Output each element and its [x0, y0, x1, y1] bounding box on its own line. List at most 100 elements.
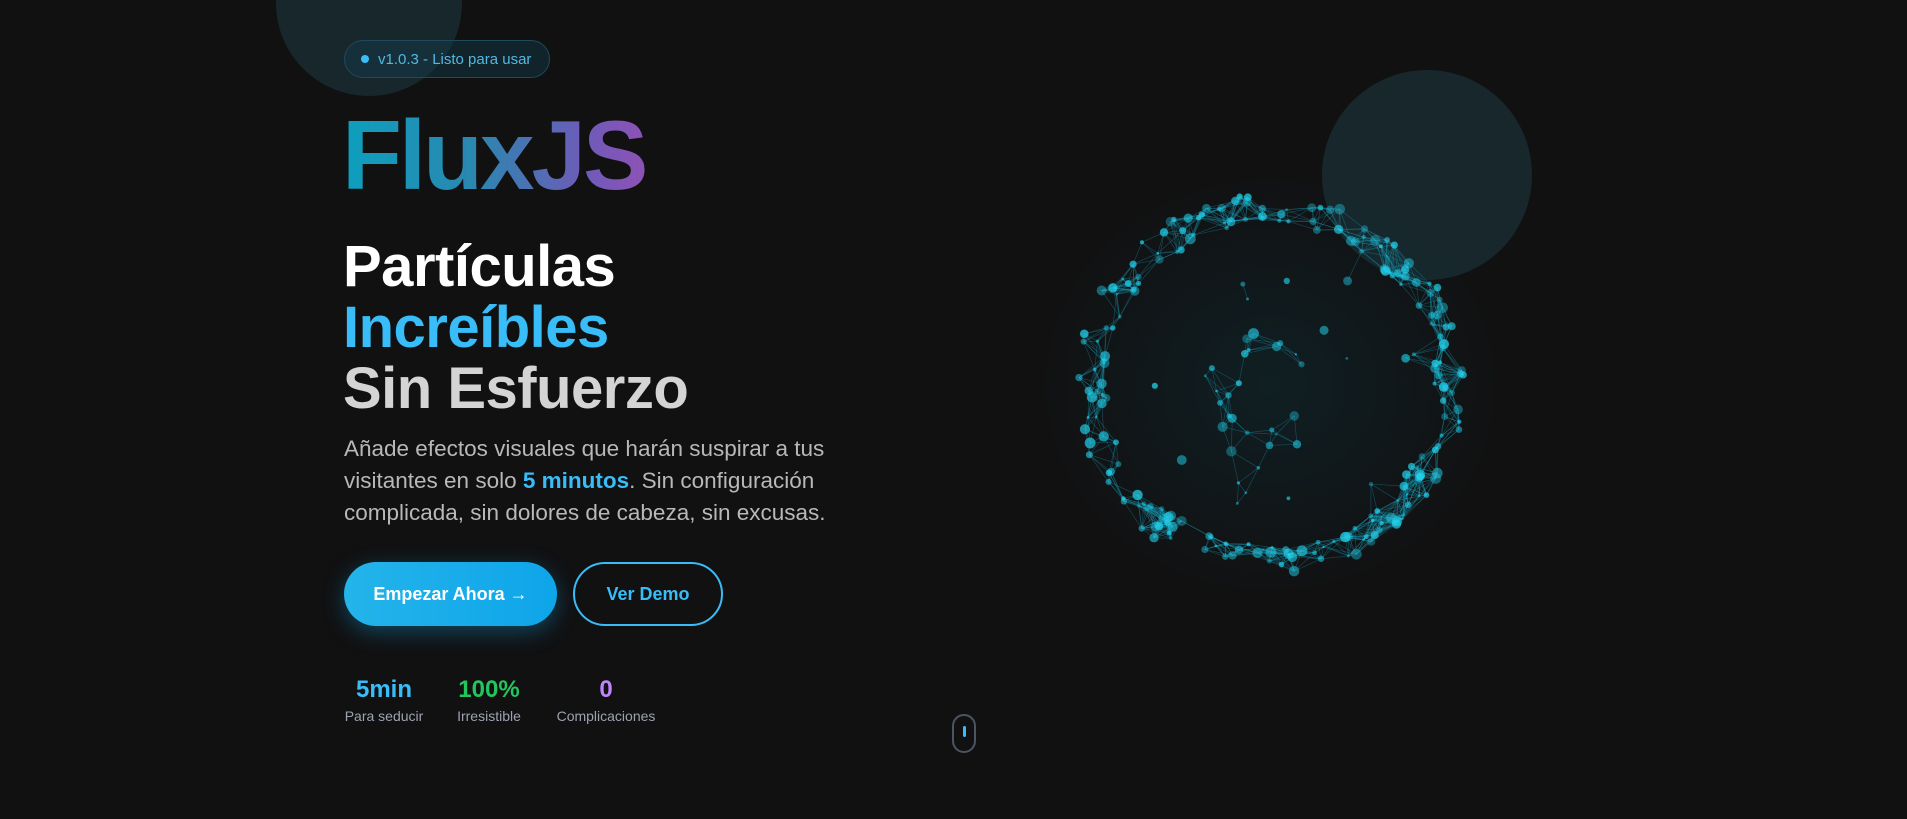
particle-dot: [1442, 323, 1450, 331]
particle-dot: [1277, 218, 1282, 223]
particle-dot: [1129, 260, 1137, 268]
particle-dot: [1378, 244, 1383, 249]
particle-dot: [1307, 203, 1317, 213]
version-badge-text: v1.0.3 - Listo para usar: [378, 50, 532, 68]
particle-dot: [1402, 470, 1411, 479]
particle-dot: [1156, 252, 1160, 255]
particle-dot: [1288, 565, 1300, 577]
stat-label: Irresistible: [457, 708, 521, 724]
particle-dot: [1115, 461, 1122, 468]
scroll-down-indicator[interactable]: [952, 714, 976, 753]
particle-dot: [1439, 397, 1447, 404]
particle-dot: [1379, 520, 1384, 526]
particle-dot: [1217, 400, 1223, 406]
particle-dot: [1278, 561, 1285, 568]
stat-complications: 0 Complicaciones: [553, 676, 659, 724]
particle-dot: [1380, 515, 1383, 518]
hero-description: Añade efectos visuales que harán suspira…: [344, 433, 864, 529]
particle-dot: [1113, 439, 1119, 446]
particle-dot: [1216, 206, 1222, 212]
particle-dot: [1246, 297, 1249, 301]
particle-dot: [1405, 493, 1408, 496]
particle-dot: [1168, 536, 1173, 541]
particle-dot: [1436, 296, 1443, 303]
particle-dot: [1235, 380, 1242, 387]
particle-dot: [1246, 542, 1251, 547]
particle-dot: [1333, 224, 1344, 234]
particle-dot: [1457, 420, 1460, 423]
particle-dot: [1147, 503, 1154, 510]
particle-dot: [1368, 513, 1374, 519]
particle-dot: [1399, 282, 1403, 287]
particle-dot: [1265, 441, 1274, 450]
particle-dot: [1427, 281, 1432, 286]
particle-dot: [1226, 446, 1237, 457]
particle-dot: [1296, 545, 1308, 557]
particle-dot: [1441, 384, 1449, 392]
particle-dot: [1214, 544, 1218, 548]
particle-dot: [1322, 545, 1325, 548]
particle-dot: [1117, 314, 1122, 319]
particle-dot: [1399, 481, 1409, 491]
particle-dot: [1094, 415, 1098, 419]
particle-dot: [1411, 352, 1416, 357]
particle-dot: [1313, 226, 1321, 234]
particle-dot: [1265, 546, 1277, 558]
particle-dot: [1448, 389, 1455, 396]
particle-dot: [1457, 366, 1466, 375]
particle-dot: [1243, 216, 1249, 222]
particle-dot: [1191, 232, 1196, 238]
particle-dot: [1426, 288, 1435, 297]
particle-dot: [1223, 541, 1229, 547]
particle-dot: [1079, 424, 1091, 435]
particle-dot: [1390, 241, 1398, 249]
particle-dot: [1149, 533, 1159, 543]
view-demo-button[interactable]: Ver Demo: [573, 562, 723, 626]
particle-dot: [1176, 455, 1187, 465]
particle-dot: [1159, 228, 1169, 237]
particle-dot: [1258, 204, 1267, 213]
particle-dot: [1092, 367, 1097, 372]
particle-dot: [1195, 215, 1202, 221]
particle-dot: [1388, 271, 1392, 275]
particle-dot: [1138, 525, 1145, 532]
particle-dot: [1367, 537, 1376, 546]
description-highlight: 5 minutos: [522, 468, 630, 493]
get-started-button[interactable]: Empezar Ahora →: [344, 562, 557, 626]
particle-dot: [1108, 283, 1118, 293]
particle-dot: [1240, 281, 1246, 287]
particle-dot: [1164, 519, 1171, 527]
particle-dot: [1075, 373, 1083, 382]
particle-dot: [1084, 437, 1096, 449]
particle-dot: [1151, 382, 1158, 389]
headline-line-1: Partículas: [343, 234, 616, 299]
particle-dot: [1343, 276, 1353, 286]
particle-dot: [1242, 197, 1252, 207]
particle-dot: [1439, 433, 1444, 438]
particle-dot: [1215, 389, 1218, 393]
particle-dot: [1384, 237, 1390, 243]
particle-dot: [1416, 472, 1425, 481]
stat-appeal: 100% Irresistible: [454, 676, 524, 724]
particle-dot: [1404, 501, 1412, 509]
particle-dot: [1411, 278, 1421, 287]
particle-dot: [1086, 415, 1090, 419]
particle-dot: [1103, 325, 1109, 331]
particle-dot: [1334, 203, 1346, 215]
particle-dot: [1177, 246, 1185, 254]
particle-dot: [1080, 338, 1087, 345]
particle-dot: [1298, 361, 1305, 368]
particle-dot: [1385, 255, 1388, 258]
particle-dot: [1317, 204, 1324, 211]
particle-dot: [1418, 494, 1421, 498]
particle-dot: [1430, 363, 1440, 373]
headline-line-3: Sin Esfuerzo: [343, 356, 689, 421]
stat-value: 0: [599, 676, 613, 703]
particle-dot: [1359, 248, 1365, 254]
particle-dot: [1396, 499, 1399, 502]
particle-dot: [1292, 440, 1302, 449]
particle-dot: [1350, 237, 1360, 247]
particle-dot: [1234, 545, 1244, 555]
particle-dot: [1433, 310, 1442, 320]
mouse-wheel-icon: [963, 726, 966, 737]
